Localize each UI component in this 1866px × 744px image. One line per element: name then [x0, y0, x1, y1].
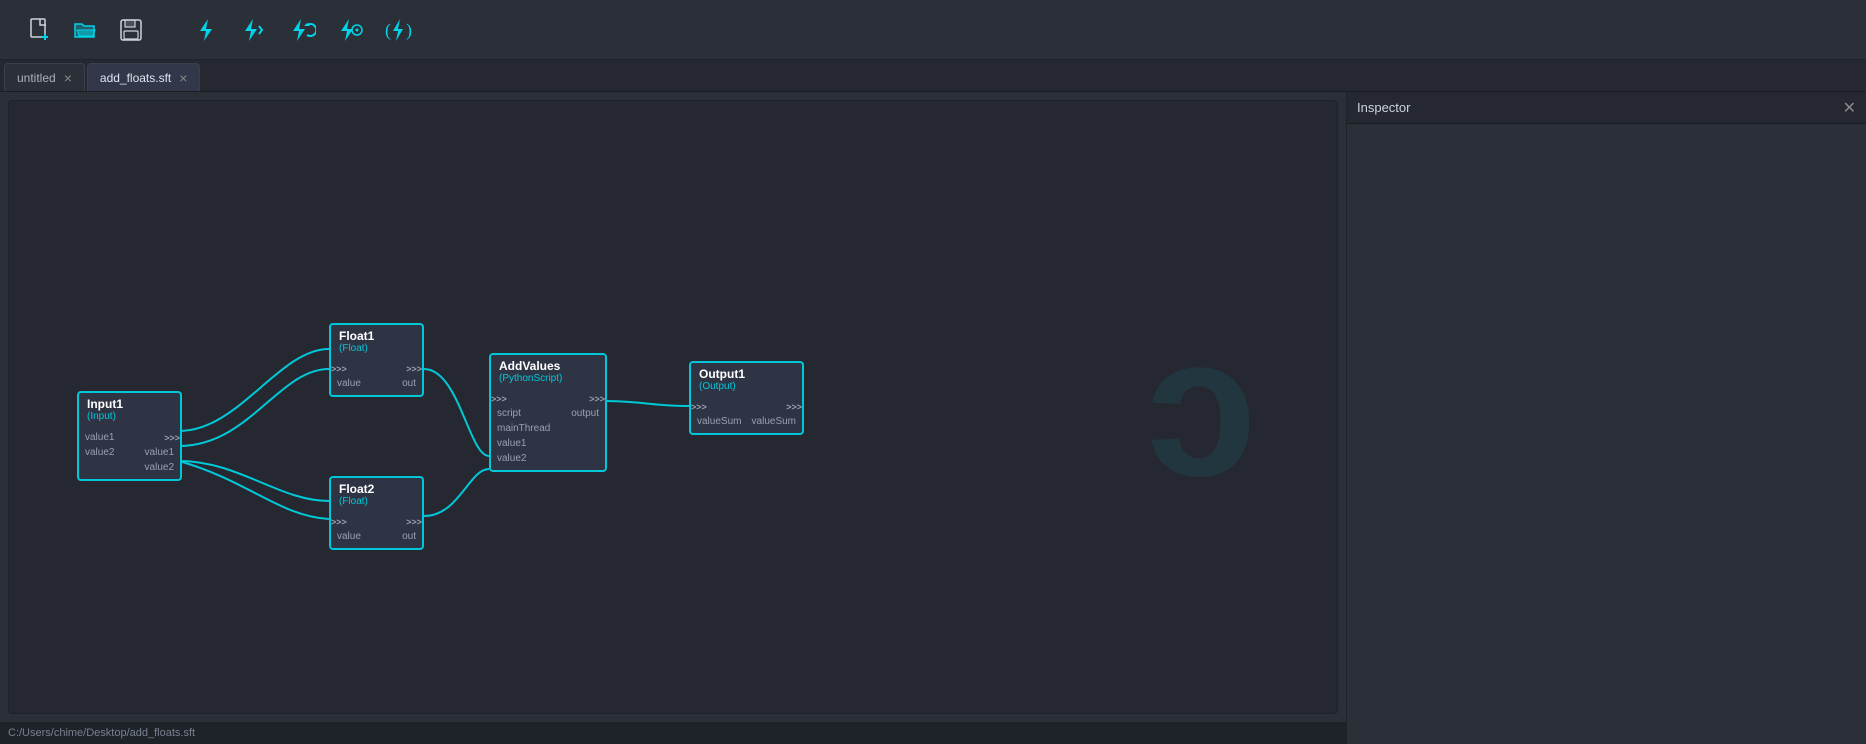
toolbar: ( ): [0, 0, 1866, 60]
conn-addvalues-output1: [604, 401, 689, 406]
node-float2-title: Float2: [331, 478, 422, 496]
port-input1-value2-out: value2: [145, 462, 180, 473]
svg-text:): ): [406, 20, 412, 41]
node-addvalues-title: AddValues: [491, 355, 605, 373]
status-bar: C:/Users/chime/Desktop/add_floats.sft: [0, 722, 1346, 744]
port-addvalues-mainthread: mainThread: [491, 423, 550, 434]
node-input1-subtitle: (Input): [79, 411, 180, 426]
watermark: ↄ: [1146, 307, 1257, 507]
run-icon[interactable]: [186, 12, 226, 48]
port-output1-exec-out: >>>: [786, 402, 802, 412]
run-reload-icon[interactable]: [282, 12, 322, 48]
conn-float1-addvalues: [424, 369, 489, 456]
inspector-body: [1347, 124, 1866, 744]
port-float1-out: out: [402, 378, 422, 389]
node-float1-title: Float1: [331, 325, 422, 343]
run-settings-icon[interactable]: [330, 12, 370, 48]
run-group-icon[interactable]: ( ): [378, 12, 422, 48]
port-input1-exec-out: >>>: [164, 433, 180, 443]
port-input1-value1-out: value1: [145, 447, 180, 458]
node-addvalues-subtitle: (PythonScript): [491, 373, 605, 388]
tab-add-floats-close[interactable]: ×: [179, 71, 187, 85]
node-input1-title: Input1: [79, 393, 180, 411]
tabs-bar: untitled × add_floats.sft ×: [0, 60, 1866, 92]
port-float2-value-in: value: [331, 531, 361, 542]
canvas[interactable]: ↄ Input1 (Input): [8, 100, 1338, 714]
tab-untitled[interactable]: untitled ×: [4, 63, 85, 91]
conn-float2-addvalues: [424, 469, 489, 516]
port-float1-exec-out: >>>: [406, 364, 422, 374]
node-output1[interactable]: Output1 (Output) >>> >>> valueSum valueS…: [689, 361, 804, 435]
canvas-container: ↄ Input1 (Input): [0, 92, 1346, 744]
node-float1-subtitle: (Float): [331, 343, 422, 358]
port-addvalues-script: script: [491, 408, 521, 419]
port-addvalues-output: output: [571, 408, 605, 419]
node-float2-subtitle: (Float): [331, 496, 422, 511]
conn-input1-float2-exec: [179, 461, 329, 501]
port-output1-valuesum-in: valueSum: [691, 416, 741, 427]
port-float1-exec-in: >>>: [331, 364, 347, 374]
inspector-title: Inspector: [1357, 100, 1410, 115]
tab-add-floats[interactable]: add_floats.sft ×: [87, 63, 201, 91]
conn-input1-float2-value2: [179, 461, 329, 519]
node-addvalues[interactable]: AddValues (PythonScript) >>> >>> script …: [489, 353, 607, 472]
inspector-close-button[interactable]: ✕: [1843, 98, 1856, 118]
main-area: ↄ Input1 (Input): [0, 92, 1866, 744]
node-output1-subtitle: (Output): [691, 381, 802, 396]
port-float1-value-in: value: [331, 378, 361, 389]
inspector-panel: Inspector ✕: [1346, 92, 1866, 744]
port-float2-out: out: [402, 531, 422, 542]
port-addvalues-exec-in: >>>: [491, 394, 507, 404]
conn-input1-float1-value1: [179, 369, 329, 446]
port-input1-value2-in: value2: [79, 447, 114, 458]
node-output1-title: Output1: [691, 363, 802, 381]
port-input1-value1-in: value1: [79, 432, 114, 443]
port-output1-exec-in: >>>: [691, 402, 707, 412]
tab-untitled-label: untitled: [17, 71, 56, 85]
port-float2-exec-out: >>>: [406, 517, 422, 527]
conn-input1-float1-exec: [179, 349, 329, 431]
open-folder-icon[interactable]: [66, 13, 104, 47]
port-float2-exec-in: >>>: [331, 517, 347, 527]
node-float1[interactable]: Float1 (Float) >>> >>> value out: [329, 323, 424, 397]
port-addvalues-value1: value1: [491, 438, 526, 449]
port-addvalues-exec-out: >>>: [589, 394, 605, 404]
port-addvalues-value2: value2: [491, 453, 526, 464]
inspector-header: Inspector ✕: [1347, 92, 1866, 124]
run-step-icon[interactable]: [234, 12, 274, 48]
status-path: C:/Users/chime/Desktop/add_floats.sft: [8, 727, 195, 739]
save-icon[interactable]: [112, 13, 150, 47]
tab-add-floats-label: add_floats.sft: [100, 71, 171, 85]
port-output1-valuesum-out: valueSum: [752, 416, 802, 427]
connections-svg: [9, 101, 1337, 713]
svg-text:(: (: [385, 20, 391, 41]
node-float2[interactable]: Float2 (Float) >>> >>> value out: [329, 476, 424, 550]
tab-untitled-close[interactable]: ×: [64, 71, 72, 85]
new-file-icon[interactable]: [20, 13, 58, 47]
node-input1[interactable]: Input1 (Input) value1 >>> value2 value1 …: [77, 391, 182, 481]
